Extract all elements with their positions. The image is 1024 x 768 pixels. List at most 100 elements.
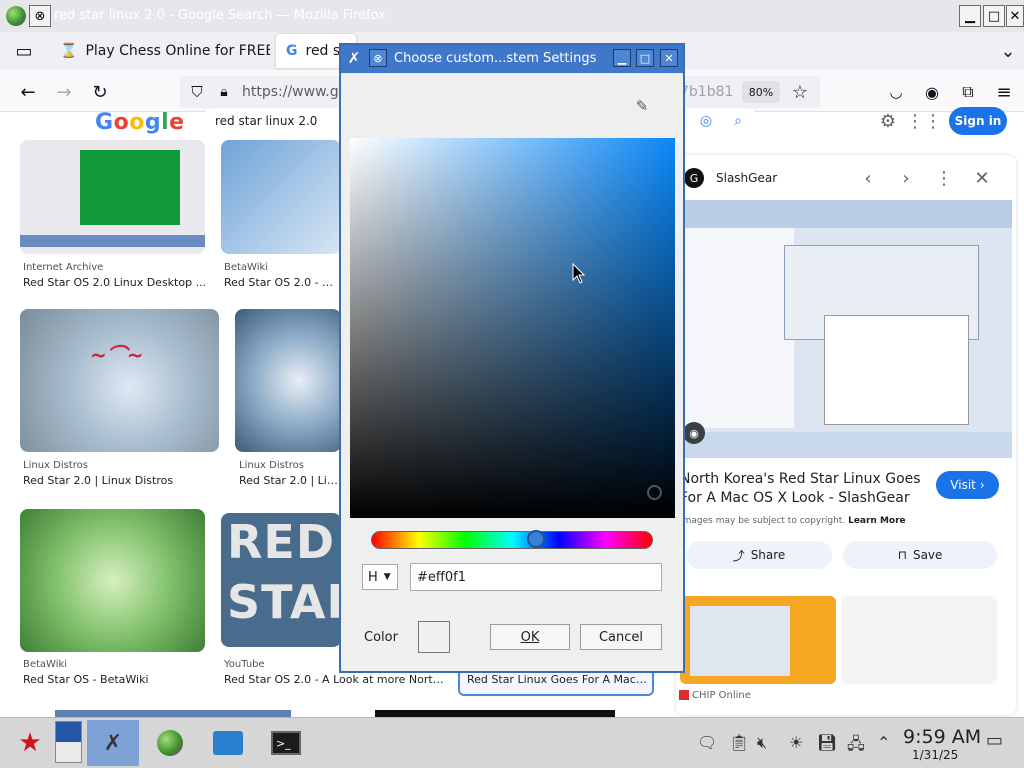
visit-button[interactable]: Visit › — [936, 471, 999, 499]
url-text[interactable]: https://www.go — [242, 84, 347, 100]
tools-icon: ✗ — [347, 49, 361, 67]
result-title[interactable]: Red Star 2.0 | Linux Distros — [23, 474, 208, 487]
more-options-icon[interactable]: ⋮ — [932, 166, 956, 190]
sign-in-button[interactable]: Sign in — [949, 107, 1007, 135]
firefox-view-icon[interactable]: ▭ — [12, 39, 36, 63]
result-source[interactable]: BetaWiki — [224, 262, 268, 273]
close-window-button[interactable]: ✕ — [1006, 5, 1024, 27]
color-mode-select[interactable]: H ▼ — [362, 564, 398, 590]
lock-icon[interactable]: 🔒︎ — [212, 80, 236, 104]
share-button[interactable]: ⤴ Share — [686, 541, 832, 569]
result-source[interactable]: Internet Archive — [23, 262, 103, 273]
bookmark-star-icon[interactable]: ☆ — [788, 80, 812, 104]
result-thumbnail[interactable] — [221, 140, 341, 254]
save-disk-icon[interactable]: 💾︎ — [817, 733, 837, 752]
dialog-maximize-button[interactable]: □ — [636, 49, 654, 67]
result-source[interactable]: YouTube — [224, 659, 265, 670]
saturation-value-picker[interactable] — [350, 138, 675, 518]
result-thumbnail-partial — [55, 710, 291, 717]
zoom-level-badge[interactable]: 80% — [742, 81, 780, 103]
hamburger-menu-icon[interactable]: ≡ — [992, 80, 1016, 104]
next-chevron-icon[interactable]: › — [894, 166, 918, 190]
cancel-button[interactable]: Cancel — [580, 624, 662, 650]
result-source[interactable]: Linux Distros — [239, 460, 304, 471]
volume-muted-icon[interactable]: 🔇︎ — [757, 733, 767, 753]
current-color-swatch[interactable] — [418, 621, 450, 653]
result-thumbnail[interactable]: RED STAR — [221, 513, 341, 647]
result-thumbnail[interactable] — [20, 140, 205, 254]
eyedropper-icon[interactable]: ✎ — [630, 94, 654, 118]
forward-arrow-icon[interactable]: → — [52, 80, 76, 104]
result-thumbnail[interactable]: ~⌒~ — [20, 309, 219, 452]
result-thumbnail[interactable] — [235, 309, 341, 452]
result-source[interactable]: Linux Distros — [23, 460, 88, 471]
dialog-minimize-button[interactable]: ▁ — [613, 49, 631, 67]
mouse-cursor-icon — [572, 263, 586, 284]
related-source[interactable]: CHIP Online — [679, 690, 751, 701]
show-desktop-icon[interactable]: ▭ — [986, 730, 1003, 751]
google-logo[interactable]: Google — [95, 110, 185, 135]
account-icon[interactable]: ◉ — [920, 80, 944, 104]
save-button[interactable]: ⊓ Save — [843, 541, 997, 569]
taskbar-terminal[interactable]: >_ — [260, 720, 312, 766]
result-title[interactable]: Red Star OS 2.0 - Beta — [224, 276, 339, 289]
start-menu-button[interactable]: ★ — [4, 720, 56, 766]
result-title[interactable]: Red Star OS - BetaWiki — [23, 673, 208, 686]
result-title[interactable]: Red Star Linux Goes For A Mac ... — [467, 673, 647, 686]
result-title[interactable]: Red Star OS 2.0 - A Look at more North .… — [224, 673, 444, 686]
lens-icon[interactable]: ◎ — [694, 109, 718, 133]
learn-more-link[interactable]: Learn More — [848, 516, 906, 526]
apps-grid-icon[interactable]: ⋮⋮ — [906, 109, 942, 133]
list-all-tabs-icon[interactable]: ⌄ — [996, 39, 1020, 63]
thumb-text-star: STAR — [227, 575, 341, 629]
close-panel-icon[interactable]: ✕ — [970, 166, 994, 190]
result-title[interactable]: Red Star OS 2.0 Linux Desktop ... — [23, 276, 208, 289]
result-source[interactable]: BetaWiki — [23, 659, 67, 670]
related-source-label: CHIP Online — [692, 690, 751, 701]
result-title[interactable]: Red Star 2.0 | Linux — [239, 474, 339, 487]
clock-date[interactable]: 1/31/25 — [912, 748, 958, 762]
panel-headline-line1[interactable]: North Korea's Red Star Linux Goes — [680, 471, 921, 487]
back-arrow-icon[interactable]: ← — [16, 80, 40, 104]
dialog-menu-button[interactable]: ⊗ — [369, 49, 387, 67]
hue-slider-handle[interactable] — [527, 530, 545, 548]
tools-icon: ✗ — [103, 730, 123, 756]
network-icon[interactable]: 🖧 — [847, 733, 865, 760]
settings-gear-icon[interactable]: ⚙ — [876, 109, 900, 133]
search-icon[interactable]: ⌕ — [726, 109, 750, 133]
taskbar-firefox[interactable] — [144, 720, 196, 766]
extensions-icon[interactable]: ⧉ — [956, 80, 980, 104]
previous-chevron-icon[interactable]: ‹ — [856, 166, 880, 190]
firefox-app-icon — [6, 6, 26, 26]
brightness-icon[interactable]: ☀ — [789, 733, 803, 752]
share-label: Share — [750, 548, 786, 562]
taskbar-file-manager[interactable] — [202, 720, 254, 766]
dialog-close-button[interactable]: ✕ — [660, 49, 678, 67]
shield-icon[interactable]: ⛉ — [185, 80, 209, 104]
tab-play-chess[interactable]: ⌛ Play Chess Online for FREE ✕ — [50, 34, 270, 68]
pocket-icon[interactable]: ◡ — [884, 80, 908, 104]
clipboard-icon[interactable]: 📋︎ — [729, 733, 749, 752]
sv-picker-handle[interactable] — [647, 485, 662, 500]
panel-source-name[interactable]: SlashGear — [716, 171, 777, 185]
lens-search-icon[interactable]: ◉ — [683, 422, 705, 444]
window-title: red star linux 2.0 - Google Search — Moz… — [54, 8, 386, 23]
related-image-placeholder[interactable] — [842, 596, 997, 684]
desktop-pager[interactable] — [55, 721, 82, 763]
maximize-button[interactable]: □ — [983, 5, 1005, 27]
related-image-thumbnail[interactable] — [680, 596, 836, 684]
panel-headline-line2[interactable]: For A Mac OS X Look - SlashGear — [680, 490, 910, 506]
ok-button[interactable]: OK — [490, 624, 570, 650]
minimize-button[interactable]: ▁ — [959, 5, 981, 27]
taskbar-system-settings[interactable]: ✗ — [87, 720, 139, 766]
search-query-text[interactable]: red star linux 2.0 — [215, 114, 317, 128]
result-thumbnail[interactable] — [20, 509, 205, 652]
notification-tray-icon[interactable]: 🗨 — [697, 733, 717, 752]
panel-preview-image[interactable] — [684, 200, 1012, 458]
hex-color-input[interactable] — [410, 563, 662, 591]
window-menu-button[interactable]: ⊗ — [29, 5, 51, 27]
clock-time[interactable]: 9:59 AM — [903, 726, 981, 748]
hue-slider[interactable] — [371, 531, 653, 549]
expand-tray-chevron-icon[interactable]: ⌃ — [877, 733, 890, 752]
reload-icon[interactable]: ↻ — [88, 80, 112, 104]
